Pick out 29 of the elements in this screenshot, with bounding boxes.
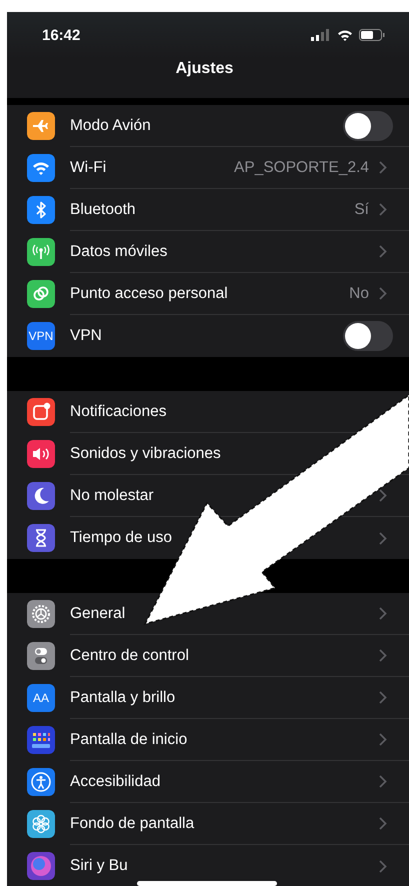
row-label: Punto acceso personal (70, 284, 228, 302)
row-label: VPN (70, 327, 102, 345)
status-time: 16:42 (42, 26, 80, 44)
row-value: Sí (354, 200, 369, 218)
app-icon: AA (27, 684, 55, 712)
app-icon: VPN (27, 322, 55, 350)
row-label: General (70, 604, 126, 622)
row-label: Datos móviles (70, 242, 168, 260)
screen-title: Ajustes (176, 60, 234, 78)
row-label: Pantalla y brillo (70, 688, 176, 706)
row-label: Wi-Fi (70, 158, 106, 176)
row-value: AP_SOPORTE_2.4 (234, 158, 369, 176)
toggle-switch[interactable] (343, 321, 393, 351)
signal-icon (311, 29, 331, 41)
row-label: Bluetooth (70, 200, 136, 218)
wifi-icon (337, 29, 353, 41)
toggle-switch[interactable] (343, 110, 393, 140)
row-label: Centro de control (70, 646, 189, 664)
battery-icon (359, 29, 385, 41)
row-label: Modo Avión (70, 116, 151, 134)
row-value: No (349, 284, 369, 302)
row-label: Accesibilidad (70, 772, 160, 790)
row-label: Pantalla de inicio (70, 730, 188, 748)
row-label: Sonidos y vibraciones (70, 444, 221, 462)
row-label: Siri y Bu (70, 857, 128, 875)
row-label: Tiempo de uso (70, 529, 172, 547)
row-label: Notificaciones (70, 402, 166, 420)
row-label: No molestar (70, 486, 154, 504)
row-label: Fondo de pantalla (70, 814, 194, 832)
